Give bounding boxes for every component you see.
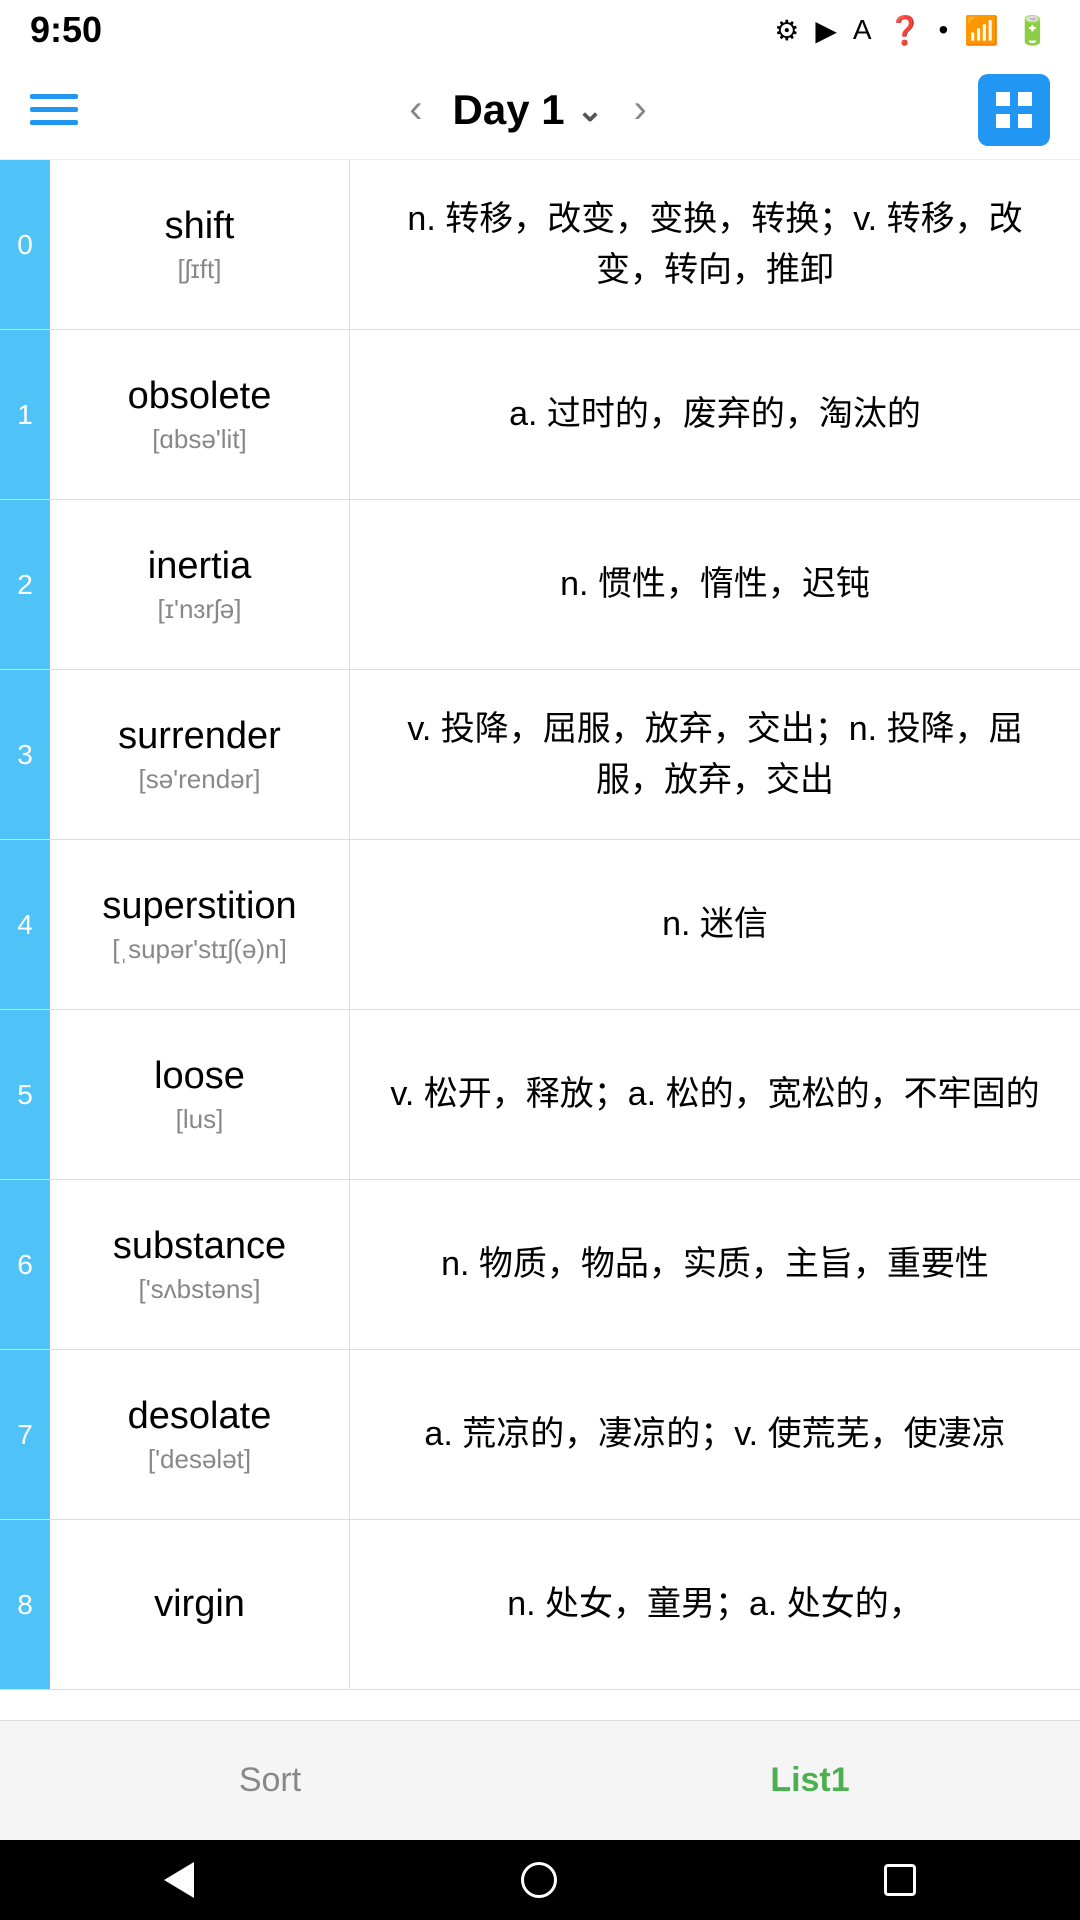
play-icon: ▶ (815, 14, 837, 47)
prev-button[interactable]: ‹ (399, 77, 432, 142)
status-bar: 9:50 ⚙ ▶ A ❓ • 📶 🔋 (0, 0, 1080, 60)
word-phonetic-3: [sə'rendər] (138, 764, 260, 795)
word-text-5: loose (154, 1055, 245, 1098)
word-text-7: desolate (128, 1395, 272, 1438)
word-col-6: substance ['sʌbstəns] (50, 1180, 350, 1349)
row-index-7: 7 (0, 1350, 50, 1519)
word-text-8: virgin (154, 1583, 245, 1626)
next-button[interactable]: › (623, 77, 656, 142)
table-row: 6 substance ['sʌbstəns] n. 物质，物品，实质，主旨，重… (0, 1180, 1080, 1350)
nav-title: Day 1 ⌄ (453, 86, 604, 134)
word-phonetic-7: ['desələt] (148, 1444, 251, 1475)
font-icon: A (853, 14, 872, 46)
row-index-8: 8 (0, 1520, 50, 1689)
table-row: 4 superstition [ˌsupər'stɪʃ(ə)n] n. 迷信 (0, 840, 1080, 1010)
status-icons: ⚙ ▶ A ❓ • 📶 🔋 (774, 14, 1050, 47)
table-row: 3 surrender [sə'rendər] v. 投降，屈服，放弃，交出；n… (0, 670, 1080, 840)
word-phonetic-4: [ˌsupər'stɪʃ(ə)n] (112, 934, 287, 965)
signal-icon: 📶 (964, 14, 999, 47)
definition-2: n. 惯性，惰性，迟钝 (350, 500, 1080, 669)
back-button[interactable] (164, 1862, 194, 1898)
word-col-7: desolate ['desələt] (50, 1350, 350, 1519)
row-index-1: 1 (0, 330, 50, 499)
tab-list1[interactable]: List1 (540, 1721, 1080, 1840)
word-text-3: surrender (118, 715, 281, 758)
definition-3: v. 投降，屈服，放弃，交出；n. 投降，屈服，放弃，交出 (350, 670, 1080, 839)
android-nav-bar (0, 1840, 1080, 1920)
definition-0: n. 转移，改变，变换，转换；v. 转移，改变，转向，推卸 (350, 160, 1080, 329)
status-time: 9:50 (30, 9, 102, 51)
nav-bar: ‹ Day 1 ⌄ › (0, 60, 1080, 160)
tab-sort[interactable]: Sort (0, 1721, 540, 1840)
menu-button[interactable] (30, 94, 78, 125)
word-col-3: surrender [sə'rendər] (50, 670, 350, 839)
word-col-4: superstition [ˌsupər'stɪʃ(ə)n] (50, 840, 350, 1009)
table-row: 0 shift [ʃɪft] n. 转移，改变，变换，转换；v. 转移，改变，转… (0, 160, 1080, 330)
definition-4: n. 迷信 (350, 840, 1080, 1009)
table-row: 5 loose [lus] v. 松开，释放；a. 松的，宽松的，不牢固的 (0, 1010, 1080, 1180)
word-list: 0 shift [ʃɪft] n. 转移，改变，变换，转换；v. 转移，改变，转… (0, 160, 1080, 1720)
definition-7: a. 荒凉的，凄凉的；v. 使荒芜，使凄凉 (350, 1350, 1080, 1519)
table-row: 8 virgin n. 处女，童男；a. 处女的， (0, 1520, 1080, 1690)
wifi-icon: ❓ (888, 14, 923, 47)
word-phonetic-6: ['sʌbstəns] (138, 1274, 260, 1305)
word-col-1: obsolete [ɑbsə'lit] (50, 330, 350, 499)
dot-icon: • (938, 14, 948, 46)
word-text-6: substance (113, 1225, 286, 1268)
word-phonetic-0: [ʃɪft] (178, 254, 222, 285)
chevron-down-icon: ⌄ (577, 91, 604, 129)
word-col-2: inertia [ɪ'nɜrʃə] (50, 500, 350, 669)
row-index-0: 0 (0, 160, 50, 329)
word-phonetic-1: [ɑbsə'lit] (152, 424, 247, 455)
word-text-2: inertia (148, 545, 252, 588)
word-text-1: obsolete (128, 375, 272, 418)
recent-button[interactable] (884, 1864, 916, 1896)
table-row: 2 inertia [ɪ'nɜrʃə] n. 惯性，惰性，迟钝 (0, 500, 1080, 670)
row-index-6: 6 (0, 1180, 50, 1349)
row-index-4: 4 (0, 840, 50, 1009)
word-col-0: shift [ʃɪft] (50, 160, 350, 329)
row-index-3: 3 (0, 670, 50, 839)
bottom-tab-bar: Sort List1 (0, 1720, 1080, 1840)
home-button[interactable] (521, 1862, 557, 1898)
table-row: 7 desolate ['desələt] a. 荒凉的，凄凉的；v. 使荒芜，… (0, 1350, 1080, 1520)
word-text-4: superstition (102, 885, 296, 928)
table-row: 1 obsolete [ɑbsə'lit] a. 过时的，废弃的，淘汰的 (0, 330, 1080, 500)
grid-icon (990, 86, 1038, 134)
battery-icon: 🔋 (1015, 14, 1050, 47)
word-text-0: shift (165, 205, 235, 248)
settings-icon: ⚙ (774, 14, 799, 47)
row-index-5: 5 (0, 1010, 50, 1179)
definition-6: n. 物质，物品，实质，主旨，重要性 (350, 1180, 1080, 1349)
word-phonetic-2: [ɪ'nɜrʃə] (158, 594, 242, 625)
word-col-5: loose [lus] (50, 1010, 350, 1179)
nav-controls: ‹ Day 1 ⌄ › (399, 77, 657, 142)
definition-8: n. 处女，童男；a. 处女的， (350, 1520, 1080, 1689)
definition-1: a. 过时的，废弃的，淘汰的 (350, 330, 1080, 499)
grid-view-button[interactable] (978, 74, 1050, 146)
word-col-8: virgin (50, 1520, 350, 1689)
word-phonetic-5: [lus] (176, 1104, 224, 1135)
definition-5: v. 松开，释放；a. 松的，宽松的，不牢固的 (350, 1010, 1080, 1179)
row-index-2: 2 (0, 500, 50, 669)
